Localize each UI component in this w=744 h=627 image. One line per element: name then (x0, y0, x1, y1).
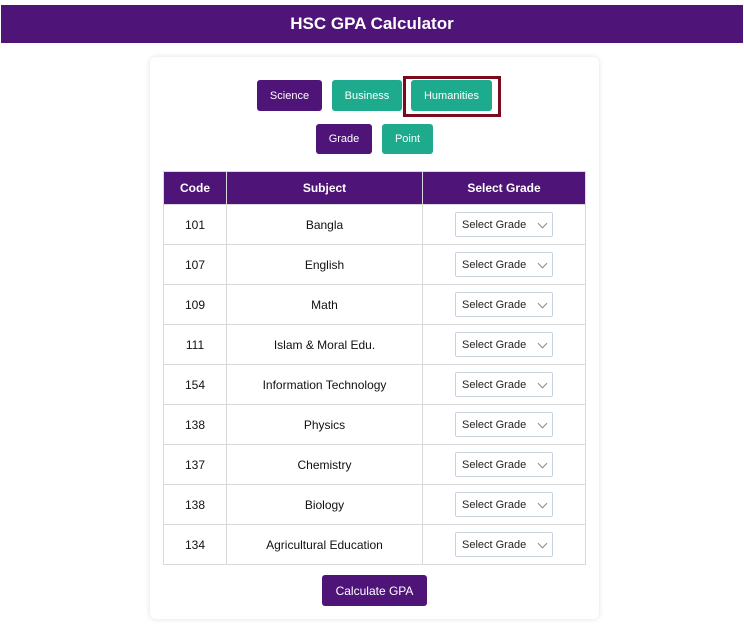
table-row: 138 Biology Select Grade (163, 484, 586, 525)
subject-code: 138 (163, 404, 227, 445)
chevron-down-icon (537, 418, 548, 428)
grade-select-value: Select Grade (462, 258, 527, 271)
grade-select[interactable]: Select Grade (455, 532, 553, 557)
table-row: 138 Physics Select Grade (163, 404, 586, 445)
subject-code: 137 (163, 444, 227, 485)
chevron-down-icon (537, 298, 548, 308)
subject-name: Math (226, 284, 423, 325)
subject-name: Islam & Moral Edu. (226, 324, 423, 365)
grade-select-value: Select Grade (462, 378, 527, 391)
grade-select[interactable]: Select Grade (455, 412, 553, 437)
column-header-code: Code (163, 171, 227, 205)
table-row: 137 Chemistry Select Grade (163, 444, 586, 485)
grade-select[interactable]: Select Grade (455, 212, 553, 237)
table-row: 107 English Select Grade (163, 244, 586, 285)
chevron-down-icon (537, 218, 548, 228)
calculate-gpa-button[interactable]: Calculate GPA (322, 575, 427, 606)
table-header-row: Code Subject Select Grade (163, 171, 586, 205)
table-row: 154 Information Technology Select Grade (163, 364, 586, 405)
subject-code: 107 (163, 244, 227, 285)
grades-table: Code Subject Select Grade 101 Bangla Sel… (163, 171, 586, 565)
grade-select-value: Select Grade (462, 498, 527, 511)
chevron-down-icon (537, 378, 548, 388)
chevron-down-icon (537, 338, 548, 348)
table-row: 111 Islam & Moral Edu. Select Grade (163, 324, 586, 365)
subject-name: Biology (226, 484, 423, 525)
subject-code: 109 (163, 284, 227, 325)
grade-select-value: Select Grade (462, 218, 527, 231)
subject-code: 154 (163, 364, 227, 405)
grade-select[interactable]: Select Grade (455, 492, 553, 517)
chevron-down-icon (537, 458, 548, 468)
grade-select-value: Select Grade (462, 458, 527, 471)
subject-name: English (226, 244, 423, 285)
grade-select[interactable]: Select Grade (455, 292, 553, 317)
grade-select[interactable]: Select Grade (455, 452, 553, 477)
subject-code: 138 (163, 484, 227, 525)
app-header: HSC GPA Calculator (1, 5, 743, 43)
column-header-select-grade: Select Grade (422, 171, 586, 205)
business-button[interactable]: Business (332, 80, 402, 111)
science-button[interactable]: Science (257, 80, 322, 111)
subject-name: Agricultural Education (226, 524, 423, 565)
subject-name: Bangla (226, 204, 423, 245)
page-title: HSC GPA Calculator (290, 14, 454, 33)
grade-select-value: Select Grade (462, 298, 527, 311)
subject-code: 101 (163, 204, 227, 245)
grade-mode-button[interactable]: Grade (316, 124, 372, 154)
chevron-down-icon (537, 538, 548, 548)
table-row: 109 Math Select Grade (163, 284, 586, 325)
subject-name: Chemistry (226, 444, 423, 485)
grade-select-value: Select Grade (462, 338, 527, 351)
chevron-down-icon (537, 498, 548, 508)
grade-select[interactable]: Select Grade (455, 372, 553, 397)
point-mode-button[interactable]: Point (382, 124, 433, 154)
grade-select-value: Select Grade (462, 538, 527, 551)
subject-name: Physics (226, 404, 423, 445)
humanities-button[interactable]: Humanities (411, 80, 492, 111)
column-header-subject: Subject (226, 171, 423, 205)
table-row: 134 Agricultural Education Select Grade (163, 524, 586, 565)
grade-select[interactable]: Select Grade (455, 332, 553, 357)
chevron-down-icon (537, 258, 548, 268)
subject-name: Information Technology (226, 364, 423, 405)
table-row: 101 Bangla Select Grade (163, 204, 586, 245)
grade-select-value: Select Grade (462, 418, 527, 431)
subject-code: 111 (163, 324, 227, 365)
subject-code: 134 (163, 524, 227, 565)
grade-select[interactable]: Select Grade (455, 252, 553, 277)
